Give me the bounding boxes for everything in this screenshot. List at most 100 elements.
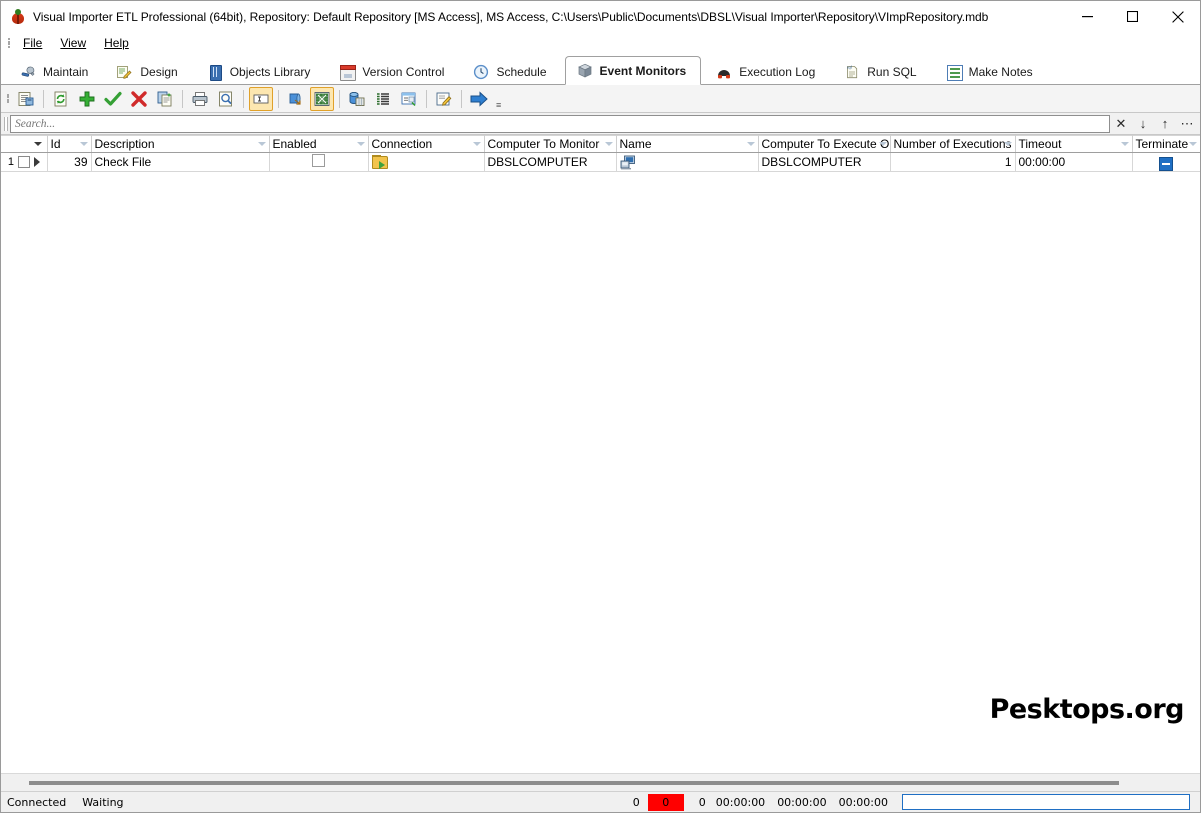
cell-computer-to-execute-on[interactable]: DBSLCOMPUTER (758, 152, 891, 172)
column-header-id[interactable]: Id (47, 135, 92, 153)
row-number: 1 (7, 156, 14, 168)
main-tab-strip: Maintain Design Objects Library Version … (1, 54, 1200, 85)
cell-connection[interactable] (368, 152, 485, 172)
design-pencil-icon (117, 64, 133, 80)
copy-icon[interactable] (153, 87, 177, 111)
excel-export-icon[interactable] (310, 86, 334, 111)
tab-objects-library[interactable]: Objects Library (196, 58, 325, 85)
delete-icon[interactable] (127, 87, 151, 111)
column-header-timeout[interactable]: Timeout (1015, 135, 1133, 153)
table-row[interactable]: 1 39 Check File DBSLCOMPUTER DBSLCOMPUTE… (1, 152, 1200, 172)
filter-arrow-icon[interactable] (356, 142, 365, 146)
terminate-checkbox[interactable] (1159, 156, 1173, 171)
toolbar-grip[interactable] (4, 92, 11, 106)
print-icon[interactable] (188, 87, 212, 111)
filter-arrow-icon[interactable] (878, 142, 887, 146)
filter-arrow-icon[interactable] (472, 142, 481, 146)
toolbar-overflow-button[interactable]: ≡ (496, 100, 501, 112)
tab-run-sql[interactable]: sql Run SQL (833, 58, 930, 85)
tab-label: Event Monitors (599, 63, 687, 78)
column-header-enabled[interactable]: Enabled (269, 135, 369, 153)
cell-number-of-executions[interactable]: 1 (890, 152, 1016, 172)
column-header-terminate[interactable]: Terminate (1132, 135, 1200, 153)
grid-table: Id Description Enabled Connection Comput… (1, 135, 1200, 172)
menu-item-view[interactable]: View (51, 34, 95, 52)
minimize-button[interactable] (1065, 1, 1110, 32)
column-header-number-of-executions[interactable]: Number of Executions (890, 135, 1016, 153)
event-monitors-grid: Id Description Enabled Connection Comput… (1, 135, 1200, 773)
menu-item-help[interactable]: Help (95, 34, 138, 52)
cell-id[interactable]: 39 (47, 152, 92, 172)
search-options-button[interactable]: ⋯ (1176, 114, 1198, 134)
enabled-checkbox[interactable] (312, 154, 325, 167)
tab-execution-log[interactable]: Execution Log (705, 58, 829, 85)
scrollbar-thumb[interactable] (29, 780, 1119, 785)
confirm-icon[interactable] (101, 87, 125, 111)
toolbar-separator (461, 89, 462, 108)
text-field-icon[interactable] (249, 86, 273, 111)
menu-item-file[interactable]: File (14, 34, 51, 52)
list-icon[interactable] (371, 87, 395, 111)
status-counter-2: 0 (698, 795, 706, 809)
column-header-computer-to-monitor[interactable]: Computer To Monitor (484, 135, 617, 153)
grid-horizontal-scrollbar[interactable] (1, 773, 1200, 791)
filter-arrow-icon[interactable] (257, 142, 266, 146)
form-icon[interactable] (397, 87, 421, 111)
toolbar-separator (426, 89, 427, 108)
tab-schedule[interactable]: Schedule (462, 58, 560, 85)
column-header-indicator[interactable] (1, 135, 48, 153)
column-header-connection[interactable]: Connection (368, 135, 485, 153)
column-header-description[interactable]: Description (91, 135, 270, 153)
refresh-icon[interactable] (49, 87, 73, 111)
tab-maintain[interactable]: Maintain (9, 58, 102, 85)
cell-timeout[interactable]: 00:00:00 (1015, 152, 1133, 172)
filter-arrow-icon[interactable] (604, 142, 613, 146)
cell-enabled[interactable] (269, 152, 369, 172)
cell-terminate[interactable] (1132, 152, 1200, 172)
export-icon[interactable] (284, 87, 308, 111)
clear-search-button[interactable]: ✕ (1110, 114, 1132, 134)
filter-arrow-icon[interactable] (33, 142, 42, 146)
calendar-icon (339, 64, 357, 81)
column-header-computer-to-execute-on[interactable]: Computer To Execute On (758, 135, 891, 153)
filter-arrow-icon[interactable] (1120, 142, 1129, 146)
status-counter-1: 0 (632, 795, 640, 809)
filter-arrow-icon[interactable] (1188, 142, 1197, 146)
find-next-button[interactable]: ↓ (1132, 114, 1154, 134)
row-select-checkbox[interactable] (18, 156, 30, 168)
search-input[interactable] (10, 114, 1110, 133)
tab-version-control[interactable]: Version Control (328, 58, 458, 85)
filter-arrow-icon[interactable] (746, 142, 755, 146)
title-bar: Visual Importer ETL Professional (64bit)… (1, 1, 1200, 32)
maximize-button[interactable] (1110, 1, 1155, 32)
print-preview-icon[interactable] (214, 87, 238, 111)
cell-description[interactable]: Check File (91, 152, 270, 172)
tab-label: Execution Log (739, 64, 816, 79)
cell-name[interactable] (616, 152, 759, 172)
menu-grip[interactable] (5, 36, 12, 50)
add-icon[interactable] (75, 87, 99, 111)
close-button[interactable] (1155, 1, 1200, 32)
computer-icon (620, 154, 636, 170)
cell-computer-to-monitor[interactable]: DBSLCOMPUTER (484, 152, 617, 172)
tab-label: Schedule (496, 64, 547, 79)
scrollbar-track[interactable] (7, 780, 1194, 785)
notes-grid-icon (946, 64, 963, 81)
tab-event-monitors[interactable]: Event Monitors (564, 56, 702, 85)
properties-icon[interactable] (14, 87, 38, 111)
edit-note-icon[interactable] (432, 87, 456, 111)
main-toolbar: ≡ (1, 85, 1200, 113)
watermark: Pesktops.org (989, 694, 1185, 725)
svg-text:sql: sql (847, 64, 853, 69)
status-time-1: 00:00:00 (715, 795, 766, 809)
tab-design[interactable]: Design (106, 58, 191, 85)
filter-arrow-icon[interactable] (1003, 142, 1012, 146)
filter-arrow-icon[interactable] (79, 142, 88, 146)
search-grip[interactable] (3, 116, 9, 132)
column-header-name[interactable]: Name (616, 135, 759, 153)
tab-make-notes[interactable]: Make Notes (935, 58, 1047, 85)
database-icon[interactable] (345, 87, 369, 111)
run-arrow-icon[interactable] (467, 87, 491, 111)
find-prev-button[interactable]: ↑ (1154, 114, 1176, 134)
row-indicator-cell[interactable]: 1 (1, 152, 48, 172)
